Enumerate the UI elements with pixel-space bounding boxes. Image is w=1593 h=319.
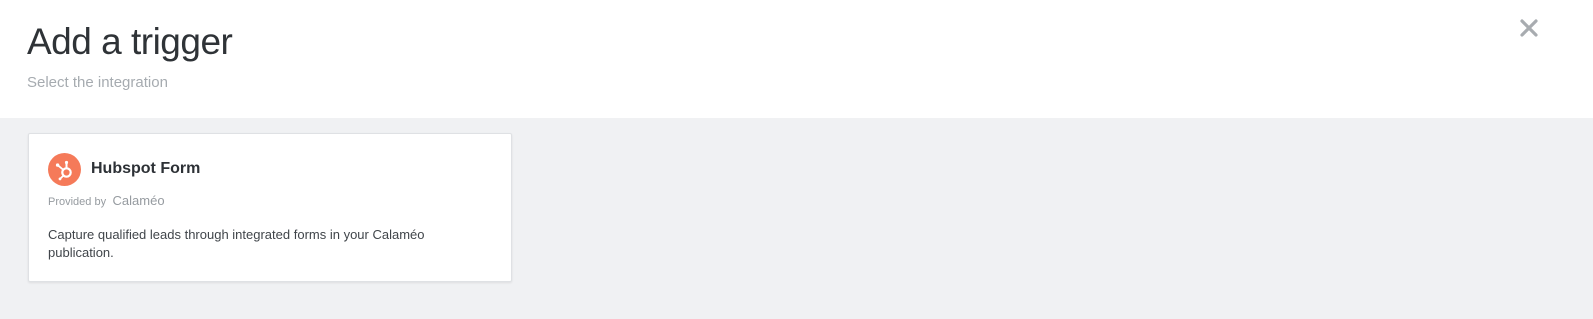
close-button[interactable] <box>1517 16 1541 40</box>
dialog-header: Add a trigger Select the integration <box>0 0 1593 118</box>
dialog-title: Add a trigger <box>27 21 233 62</box>
integration-description: Capture qualified leads through integrat… <box>48 227 425 260</box>
provider-name: Calaméo <box>112 193 165 208</box>
integration-list: Hubspot Form Provided by Calaméo Capture… <box>0 118 1593 319</box>
dialog-subtitle: Select the integration <box>27 74 168 91</box>
integration-name: Hubspot Form <box>91 160 201 177</box>
provided-by-label: Provided by <box>48 196 107 208</box>
close-icon <box>1520 19 1538 37</box>
provided-by: Provided by Calaméo <box>48 193 165 210</box>
integration-card-hubspot-form[interactable]: Hubspot Form Provided by Calaméo Capture… <box>28 133 512 282</box>
hubspot-icon <box>48 153 81 186</box>
